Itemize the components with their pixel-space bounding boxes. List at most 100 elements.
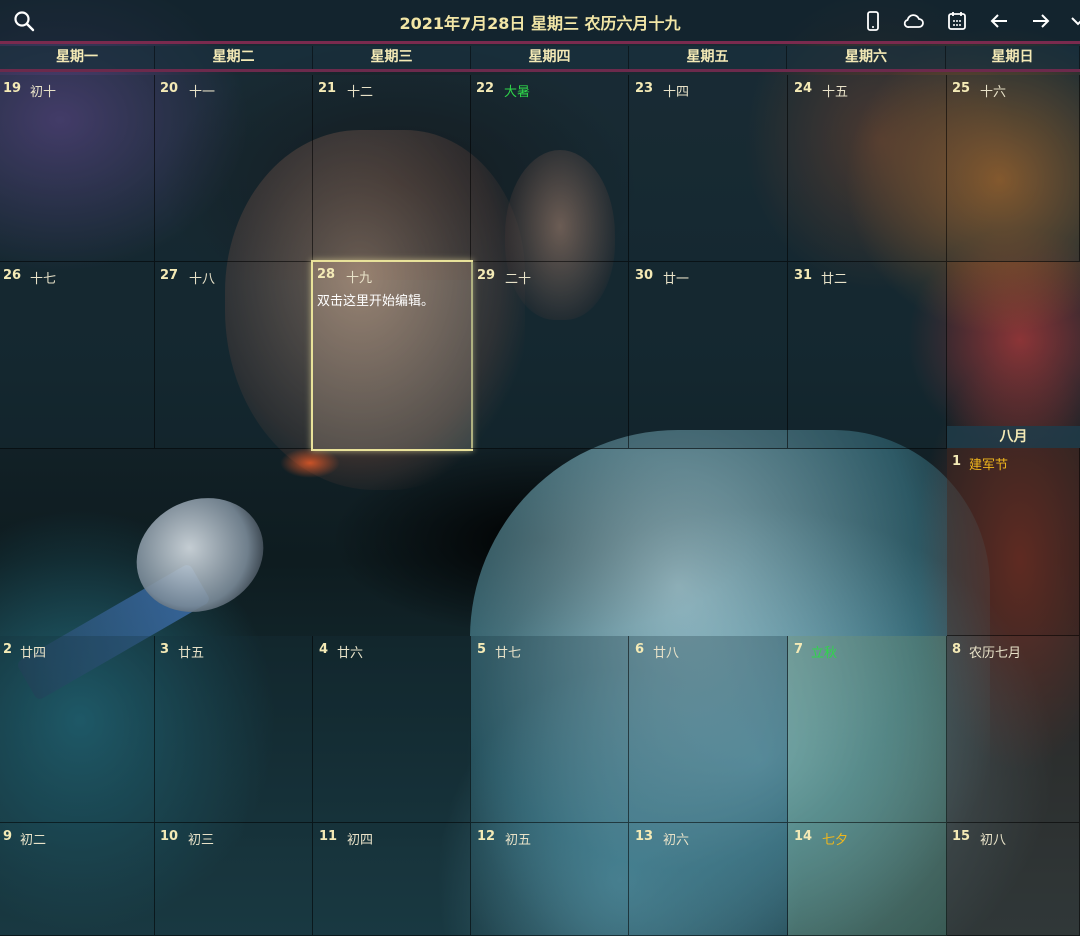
day-number: 12 — [477, 829, 496, 844]
day-number: 2 — [3, 642, 13, 657]
lunar-date: 二十 — [505, 272, 532, 287]
day-cell[interactable]: 22 大暑 — [471, 75, 629, 262]
month-label: 八月 — [947, 426, 1080, 448]
day-cell[interactable]: 2 廿四 — [0, 636, 155, 823]
day-cell[interactable]: 15 初八 — [947, 823, 1080, 936]
day-cell[interactable]: 13 初六 — [629, 823, 788, 936]
day-cell[interactable]: 24 十五 — [788, 75, 947, 262]
day-number: 11 — [319, 829, 338, 844]
day-cell[interactable]: 19 初十 — [0, 75, 155, 262]
lunar-date: 十四 — [663, 85, 690, 100]
day-cell[interactable]: 25 十六 — [947, 75, 1080, 262]
lunar-date: 十一 — [189, 85, 216, 100]
lunar-date: 十五 — [822, 85, 849, 100]
day-number: 19 — [3, 81, 22, 96]
day-number: 8 — [952, 642, 962, 657]
weekday-label: 星期六 — [787, 46, 946, 69]
day-cell[interactable]: 7 立秋 — [788, 636, 947, 823]
lunar-date: 廿七 — [495, 646, 522, 661]
day-cell[interactable]: 30 廿一 — [629, 262, 788, 449]
festival-label: 七夕 — [822, 833, 849, 848]
day-number: 9 — [3, 829, 13, 844]
top-bar: 2021年7月28日 星期三 农历六月十九 — [0, 0, 1080, 44]
lunar-date: 十二 — [347, 85, 374, 100]
day-cell[interactable]: 20 十一 — [155, 75, 313, 262]
lunar-date: 廿五 — [178, 646, 205, 661]
day-cell[interactable]: 21 十二 — [313, 75, 471, 262]
day-number: 4 — [319, 642, 329, 657]
day-number: 20 — [160, 81, 179, 96]
lunar-date: 初三 — [188, 833, 215, 848]
empty-cell — [947, 262, 1080, 426]
day-cell[interactable]: 12 初五 — [471, 823, 629, 936]
chevron-down-icon[interactable] — [1066, 9, 1080, 33]
day-cell[interactable]: 26 十七 — [0, 262, 155, 449]
weekday-label: 星期三 — [313, 46, 471, 69]
lunar-date: 初六 — [663, 833, 690, 848]
day-cell[interactable]: 11 初四 — [313, 823, 471, 936]
day-cell[interactable]: 29 二十 — [471, 262, 629, 449]
lunar-date: 初四 — [347, 833, 374, 848]
lunar-date: 廿一 — [663, 272, 690, 287]
day-number: 30 — [635, 268, 654, 283]
day-number: 31 — [794, 268, 813, 283]
lunar-date: 廿二 — [821, 272, 848, 287]
lunar-date: 十九 — [346, 271, 373, 286]
day-number: 7 — [794, 642, 804, 657]
lunar-date: 初八 — [980, 833, 1007, 848]
solar-term-label: 大暑 — [504, 85, 531, 100]
edit-hint[interactable]: 双击这里开始编辑。 — [317, 290, 434, 309]
day-number: 10 — [160, 829, 179, 844]
lunar-date: 初五 — [505, 833, 532, 848]
day-number: 5 — [477, 642, 487, 657]
day-number: 24 — [794, 81, 813, 96]
holiday-label: 建军节 — [969, 458, 1009, 473]
day-cell[interactable]: 31 廿二 — [788, 262, 947, 449]
lunar-date: 农历七月 — [969, 646, 1022, 661]
day-number: 13 — [635, 829, 654, 844]
lunar-date: 廿八 — [653, 646, 680, 661]
day-number: 27 — [160, 268, 179, 283]
weekday-label: 星期五 — [629, 46, 787, 69]
day-cell[interactable]: 1 建军节 — [947, 448, 1080, 636]
day-number: 3 — [160, 642, 170, 657]
day-cell[interactable]: 6 廿八 — [629, 636, 788, 823]
weekday-label: 星期二 — [155, 46, 313, 69]
day-cell[interactable]: 14 七夕 — [788, 823, 947, 936]
day-cell[interactable]: 10 初三 — [155, 823, 313, 936]
day-number: 26 — [3, 268, 22, 283]
day-cell[interactable]: 23 十四 — [629, 75, 788, 262]
lunar-date: 十六 — [980, 85, 1007, 100]
lunar-date: 初二 — [20, 833, 47, 848]
weekday-header: 星期一 星期二 星期三 星期四 星期五 星期六 星期日 — [0, 46, 1080, 72]
day-number: 6 — [635, 642, 645, 657]
day-cell[interactable]: 3 廿五 — [155, 636, 313, 823]
day-cell[interactable]: 9 初二 — [0, 823, 155, 936]
calendar-icon[interactable] — [945, 9, 969, 33]
weekday-label: 星期日 — [946, 46, 1080, 69]
lunar-date: 初十 — [30, 85, 57, 100]
weekday-label: 星期四 — [471, 46, 629, 69]
weekday-label: 星期一 — [0, 46, 155, 69]
phone-icon[interactable] — [861, 9, 885, 33]
day-cell-selected[interactable]: 28 十九 双击这里开始编辑。 — [311, 260, 473, 451]
arrow-left-icon[interactable] — [987, 9, 1011, 33]
day-cell[interactable]: 8 农历七月 — [947, 636, 1080, 823]
day-number: 25 — [952, 81, 971, 96]
lunar-date: 廿四 — [20, 646, 47, 661]
day-number: 1 — [952, 454, 962, 469]
solar-term-label: 立秋 — [811, 646, 838, 661]
day-number: 15 — [952, 829, 971, 844]
day-number: 14 — [794, 829, 813, 844]
arrow-right-icon[interactable] — [1029, 9, 1053, 33]
day-number: 22 — [476, 81, 495, 96]
day-number: 23 — [635, 81, 654, 96]
day-number: 28 — [317, 267, 336, 282]
day-cell[interactable]: 27 十八 — [155, 262, 313, 449]
lunar-date: 十八 — [189, 272, 216, 287]
cloud-icon[interactable] — [902, 9, 926, 33]
day-number: 29 — [477, 268, 496, 283]
day-cell[interactable]: 4 廿六 — [313, 636, 471, 823]
day-cell[interactable]: 5 廿七 — [471, 636, 629, 823]
lunar-date: 十七 — [30, 272, 57, 287]
